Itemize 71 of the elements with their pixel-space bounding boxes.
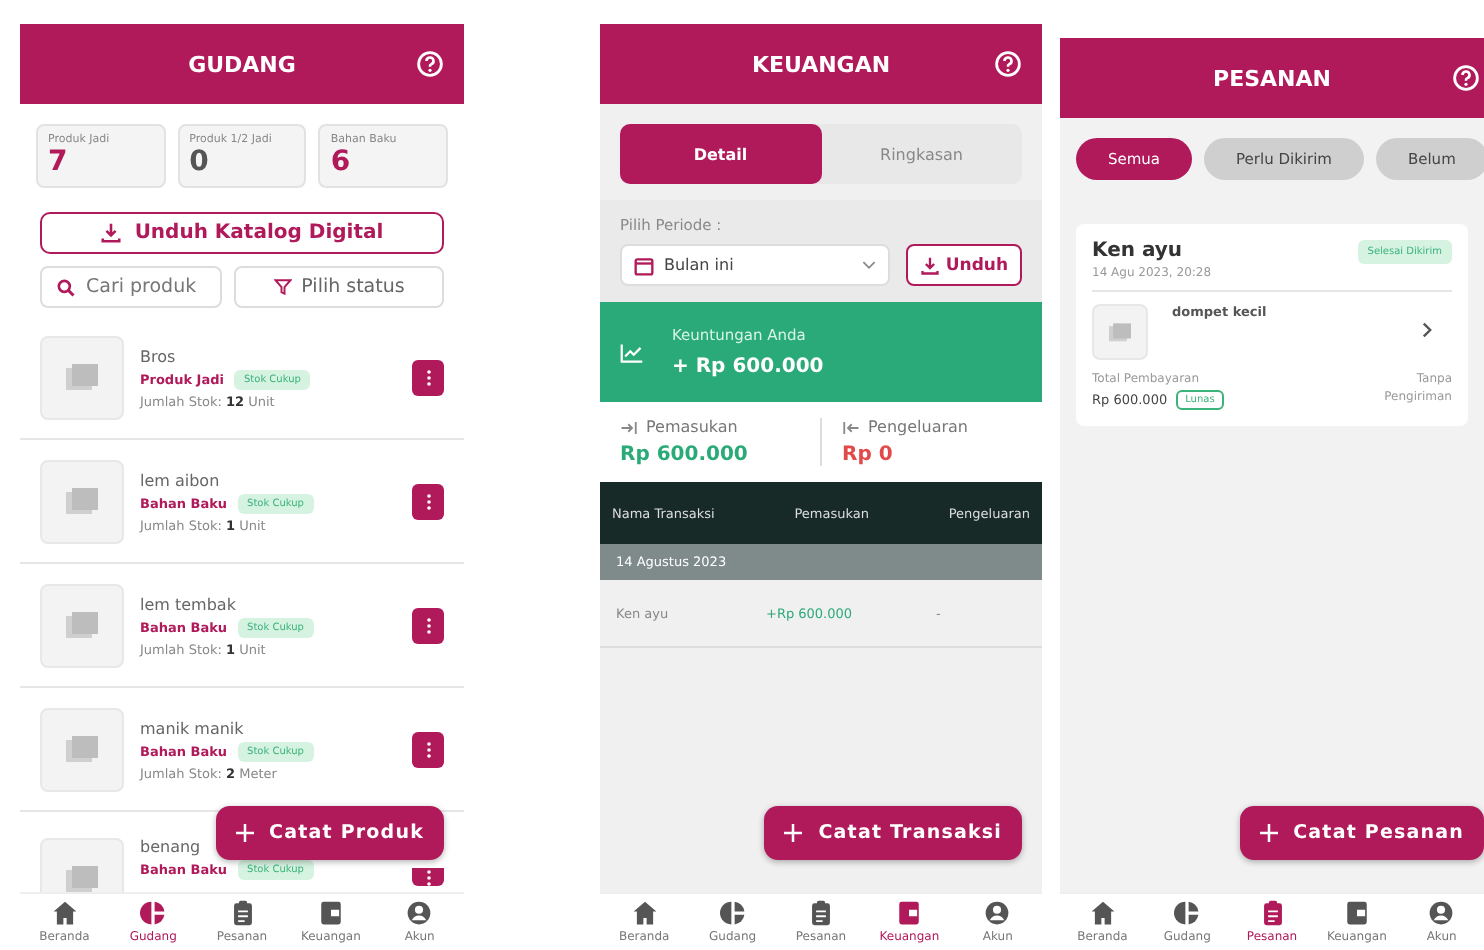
filter-button[interactable]: Pilih status [234,266,444,308]
add-button[interactable]: Catat Pesanan [1239,806,1484,860]
filter-icon [273,278,292,296]
clipboard-icon [229,900,256,926]
tab[interactable]: Detail [620,124,821,184]
more-button[interactable] [412,732,444,768]
download-button[interactable]: Unduh [905,244,1022,286]
stat-value: 0 [189,146,211,178]
more-icon [425,368,431,388]
income-value: Rp 600.000 [620,444,750,466]
screen-title: KEUANGAN [751,51,891,77]
search-field[interactable]: Cari produk [40,266,222,308]
plus-icon [1259,824,1278,842]
clipboard-icon [808,900,834,926]
arrow-out-icon [842,419,860,435]
more-icon [425,867,431,887]
expense-label: Pengeluaran [868,418,968,436]
chart-icon [620,341,644,363]
user-icon [406,900,433,926]
user-icon [984,900,1011,926]
product-name: Bros [140,347,176,365]
download-icon [100,222,123,244]
period-dropdown[interactable]: Bulan ini [620,244,890,286]
stat-value: 6 [330,146,353,178]
product-name: lem aibon [140,471,220,489]
help-icon[interactable] [1452,64,1480,92]
wallet-icon [317,900,344,926]
download-catalog-button[interactable]: Unduh Katalog Digital [40,212,444,254]
customer-name: Ken ayu [1092,240,1185,262]
product-name: benang [140,838,201,856]
product-image-placeholder [1092,304,1148,360]
chevron-right-icon[interactable] [1422,322,1432,338]
more-button[interactable] [412,360,444,396]
wallet-icon [1343,900,1370,926]
add-button[interactable]: Catat Produk [215,806,444,860]
download-icon [919,255,940,275]
pie-chart-icon [719,900,746,926]
calendar-icon [634,255,654,275]
home-icon [51,900,78,926]
wallet-icon [896,900,923,926]
more-button[interactable] [412,608,444,644]
screen-title: PESANAN [1213,65,1331,91]
plus-icon [784,824,803,842]
pie-chart-icon [1174,900,1201,926]
arrow-in-icon [620,419,638,435]
more-icon [425,740,431,760]
expense-value: Rp 0 [842,444,895,466]
product-name: manik manik [140,719,244,737]
product-image-placeholder [40,584,124,668]
clipboard-icon [1259,900,1286,926]
more-icon [425,492,431,512]
income-label: Pemasukan [646,418,738,436]
product-name: lem tembak [140,595,236,613]
plus-icon [235,824,254,842]
stat-value: 7 [48,146,70,178]
user-icon [1428,900,1455,926]
help-icon[interactable] [994,50,1022,78]
product-image-placeholder [40,336,124,420]
more-button[interactable] [412,868,444,886]
more-button[interactable] [412,484,444,520]
screen-title: GUDANG [188,51,296,77]
chevron-down-icon [861,260,876,270]
product-image-placeholder [40,460,124,544]
profit-value: + Rp 600.000 [672,356,824,378]
home-icon [1089,900,1116,926]
pie-chart-icon [140,900,167,926]
help-icon[interactable] [416,50,444,78]
home-icon [631,900,658,926]
more-icon [425,616,431,636]
add-button[interactable]: Catat Transaksi [764,806,1022,860]
product-image-placeholder [40,708,124,792]
